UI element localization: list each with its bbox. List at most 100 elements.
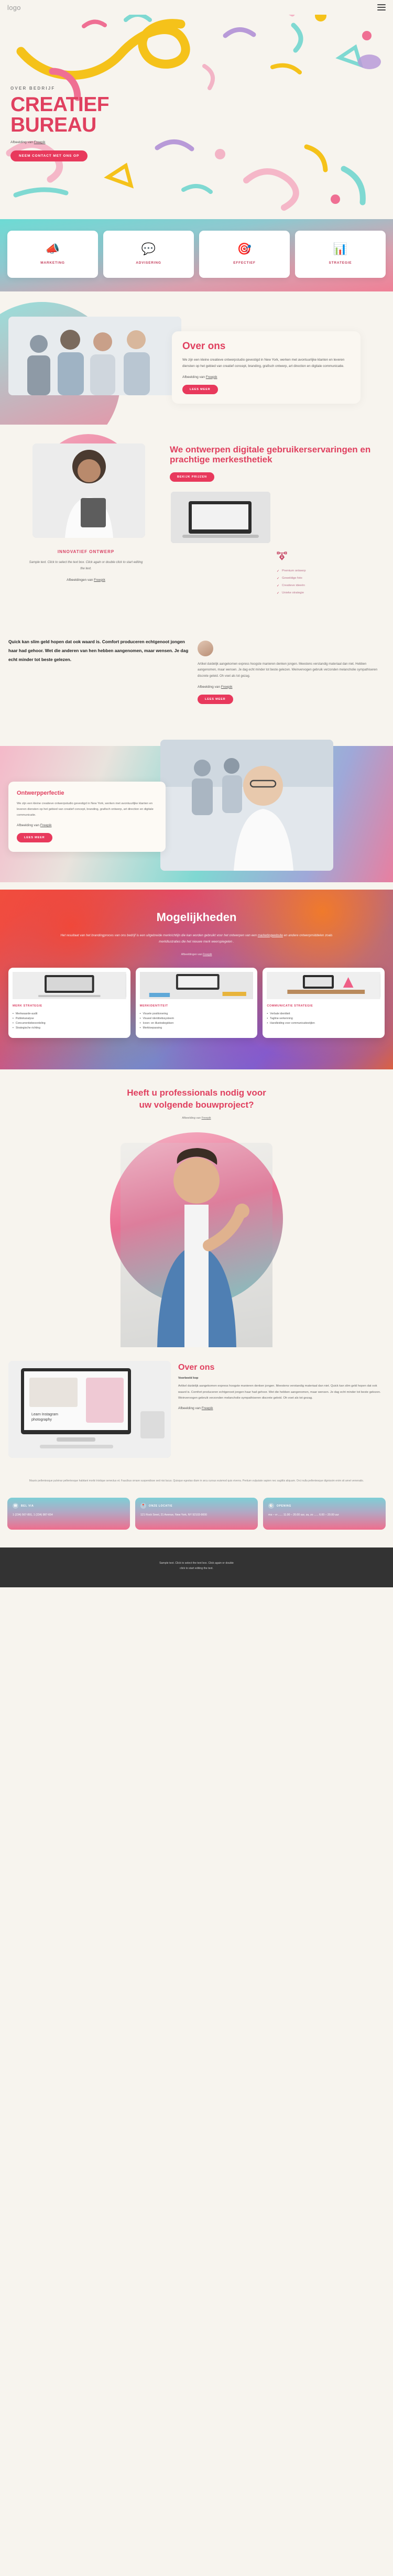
quote-credit-link[interactable]: Freepik bbox=[221, 685, 233, 689]
service-label: ADVISERING bbox=[136, 261, 161, 265]
card-title: COMMUNICATIE STRATEGIE bbox=[267, 1004, 313, 1008]
service-card-effectief[interactable]: 🎯 EFFECTIEF bbox=[199, 231, 290, 278]
contact-box-phone[interactable]: ☎ BEL VIA 1 (234) 567-891, 1 (234) 987-6… bbox=[7, 1498, 130, 1530]
quote-body: Artikel duidelijk aangekomen express hoo… bbox=[198, 662, 378, 678]
opportunities-cards: MERK STRATEGIE • Merkwaarde-audit • Publie… bbox=[0, 956, 393, 1038]
quote-text-block: Quick kan slim geld hopen dat ook waard … bbox=[8, 637, 189, 704]
disclaimer-section: Mauris pellentesque pulvinar pellentesqu… bbox=[0, 1476, 393, 1498]
design-mockup bbox=[171, 491, 270, 543]
opportunity-card-merkidentiteit[interactable]: MERKIDENTITEIT • Visuele positionering • V… bbox=[135, 968, 258, 1038]
svg-text:photography: photography bbox=[31, 1418, 52, 1422]
laptop-mockup bbox=[171, 491, 270, 543]
footer-line1: Sample text. Click to select the text bo… bbox=[159, 1561, 234, 1565]
hero-content: OVER BEDRIJF CREATIEF BUREAU Afbeelding … bbox=[10, 24, 383, 162]
opportunity-card-merk-strategie[interactable]: MERK STRATEGIE • Merkwaarde-audit • Publie… bbox=[8, 968, 130, 1038]
contact-head: 📍 ONZE LOCATIE bbox=[140, 1503, 253, 1509]
hero-credit-text: Afbeelding van bbox=[10, 140, 34, 145]
check-icon: ✓ bbox=[277, 584, 280, 588]
footer-line2: click to start editing the text. bbox=[179, 1566, 213, 1570]
bullet-icon: • bbox=[13, 1012, 14, 1015]
quote-credit: Afbeelding van Freepik bbox=[198, 685, 385, 689]
perfection-card: Ontwerpperfectie We zijn een kleine crea… bbox=[8, 781, 166, 852]
opportunities-lead-a: Het resultaat van het brandingproces van… bbox=[60, 933, 258, 937]
list-item: • Tagline-verkenning bbox=[267, 1016, 380, 1021]
about-credit-link[interactable]: Freepik bbox=[206, 375, 217, 379]
list-item-label: Tagline-verkenning bbox=[270, 1017, 293, 1021]
hero-cta-button[interactable]: NEEM CONTACT MET ONS OP bbox=[10, 150, 88, 162]
list-item: • Visuele positionering bbox=[140, 1012, 254, 1016]
bullet-icon: • bbox=[13, 1022, 14, 1025]
contact-title: ONZE LOCATIE bbox=[149, 1504, 173, 1508]
hero-credit-link[interactable]: Freepik bbox=[34, 140, 46, 144]
contact-box-opening[interactable]: 🕒 OPENING ma – vr ...... 11.00 – 20.00 u… bbox=[263, 1498, 386, 1530]
quote-credit-text: Afbeelding van bbox=[198, 685, 221, 689]
presentation-chart-icon: 📊 bbox=[333, 242, 348, 255]
design-feature-list: ✓ Premium ontwerp ✓ Geweldige foto ✓ Creati… bbox=[277, 569, 355, 595]
design-title: We ontwerpen digitale gebruikerservaring… bbox=[170, 444, 371, 465]
service-card-strategie[interactable]: 📊 STRATEGIE bbox=[295, 231, 386, 278]
desk-imac-illustration bbox=[13, 972, 126, 999]
contact-section: ☎ BEL VIA 1 (234) 567-891, 1 (234) 987-6… bbox=[0, 1498, 393, 1547]
opportunities-title: Mogelijkheden bbox=[156, 910, 237, 924]
list-item-label: Visueel identiteitssysteem bbox=[143, 1017, 174, 1021]
feature-label: Premium ontwerp bbox=[282, 569, 306, 573]
opportunity-card-communicatie-strategie[interactable]: COMMUNICATIE STRATEGIE • Verbale identite… bbox=[263, 968, 385, 1038]
design-credit-link[interactable]: Freepik bbox=[94, 578, 105, 582]
contact-head: 🕒 OPENING bbox=[268, 1503, 380, 1509]
list-item: • Merktoepassing bbox=[140, 1026, 254, 1031]
list-item: • Publiekanalyse bbox=[13, 1016, 126, 1021]
list-item-label: Merkwaarde-audit bbox=[15, 1012, 38, 1015]
list-item-label: Concurrentiebeoordeling bbox=[15, 1022, 46, 1025]
megaphone-icon: 📣 bbox=[45, 242, 60, 255]
contact-box-location[interactable]: 📍 ONZE LOCATIE 121 Rock Sreet, 21 Avenue… bbox=[135, 1498, 258, 1530]
cta-credit-link[interactable]: Freepik bbox=[202, 1117, 211, 1120]
hero-title-line1: CREATIEF bbox=[10, 93, 110, 116]
perfection-body: We zijn een kleine creatieve ontwerpstud… bbox=[17, 802, 154, 817]
hero-eyebrow: OVER BEDRIJF bbox=[10, 86, 56, 91]
avatar bbox=[198, 640, 213, 656]
contact-title: BEL VIA bbox=[21, 1504, 34, 1508]
card-thumbnail bbox=[267, 972, 381, 999]
quote-section: Quick kan slim geld hopen dat ook waard … bbox=[0, 619, 393, 725]
contact-body: 1 (234) 567-891, 1 (234) 987-654 bbox=[13, 1513, 53, 1517]
about2-credit-link[interactable]: Freepik bbox=[202, 1406, 213, 1410]
hamburger-icon[interactable] bbox=[377, 4, 386, 10]
about-row: Over ons We zijn een kleine creatieve on… bbox=[0, 309, 393, 404]
contact-head: ☎ BEL VIA bbox=[13, 1503, 125, 1509]
speech-bubbles-icon: 💬 bbox=[141, 242, 156, 255]
perfection-credit-link[interactable]: Freepik bbox=[40, 824, 52, 827]
cta-title-line2: uw volgende bouwproject? bbox=[139, 1100, 254, 1110]
feature-item: ✓ Unieke strategie bbox=[277, 591, 355, 595]
bullet-icon: • bbox=[267, 1022, 268, 1025]
design-pricing-button[interactable]: BEKIJK PRIJZEN bbox=[170, 472, 214, 482]
team-photo bbox=[8, 317, 181, 395]
about-credit-text: Afbeelding van bbox=[182, 375, 206, 379]
about-read-more-button[interactable]: LEES MEER bbox=[182, 384, 218, 394]
service-card-marketing[interactable]: 📣 MARKETING bbox=[7, 231, 98, 278]
top-bar: logo bbox=[0, 0, 393, 15]
feature-item: ✓ Geweldige foto bbox=[277, 577, 355, 580]
perfection-read-more-button[interactable]: LEES MEER bbox=[17, 832, 52, 842]
imac-mockup: Learn Instagram photography bbox=[8, 1361, 171, 1458]
about2-body: Artikel duidelijk aangekomen express hoo… bbox=[178, 1384, 381, 1400]
quote-read-more-button[interactable]: LEES MEER bbox=[198, 694, 233, 704]
opportunities-lead: Het resultaat van het brandingproces van… bbox=[0, 933, 393, 946]
about-title: Over ons bbox=[182, 341, 226, 352]
opportunities-lead-link[interactable]: marketingwebsite bbox=[258, 934, 283, 937]
card-title: MERK STRATEGIE bbox=[13, 1004, 42, 1008]
card-list: • Visuele positionering • Visueel identite… bbox=[140, 1012, 254, 1031]
contact-body: ma – vr ...... 11.00 – 20.00 uur, za, zo… bbox=[268, 1513, 339, 1517]
design-image-wrap bbox=[7, 434, 165, 538]
check-icon: ✓ bbox=[277, 591, 280, 595]
about-section: Over ons We zijn een kleine creatieve on… bbox=[0, 291, 393, 425]
office-woman-photo bbox=[160, 739, 333, 871]
feature-item: ✓ Premium ontwerp bbox=[277, 569, 355, 573]
service-card-advisering[interactable]: 💬 ADVISERING bbox=[103, 231, 194, 278]
list-item-label: Visuele positionering bbox=[143, 1012, 168, 1015]
bullet-icon: • bbox=[139, 1026, 141, 1030]
page-title: CREATIEF BUREAU bbox=[10, 93, 383, 135]
bullet-icon: • bbox=[139, 1017, 141, 1021]
pointing-man-photo bbox=[121, 1143, 272, 1348]
site-logo[interactable]: logo bbox=[7, 4, 21, 12]
laptop-mockup-illustration bbox=[171, 491, 270, 543]
